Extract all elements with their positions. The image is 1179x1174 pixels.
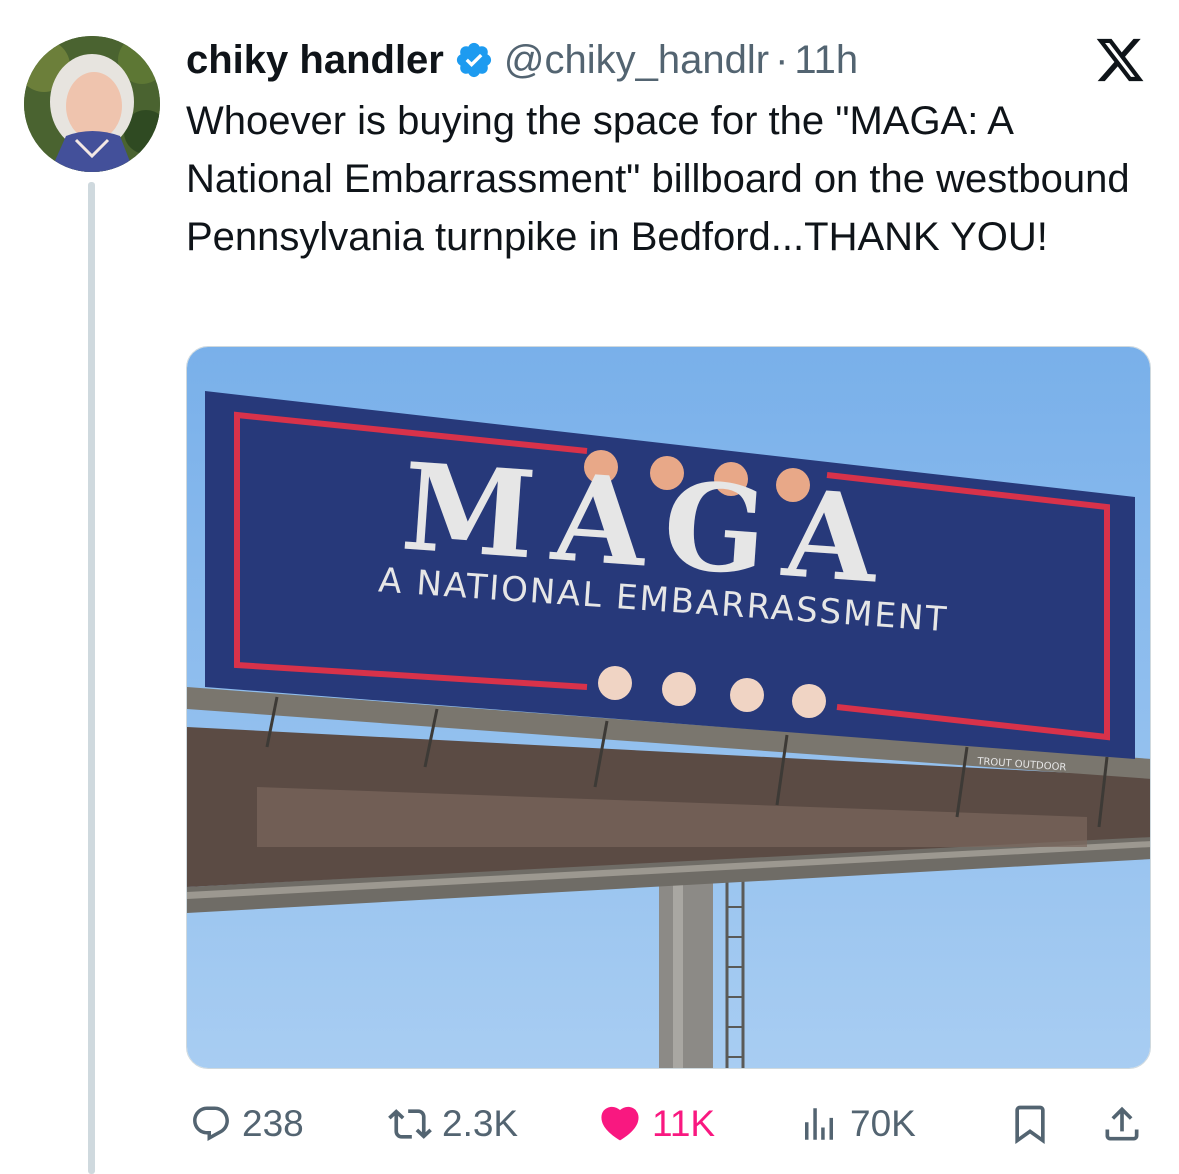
views-count: 70K [850,1103,916,1144]
tweet-text: Whoever is buying the space for the "MAG… [186,99,1130,259]
repost-icon [388,1102,432,1146]
tweet-photo[interactable]: MAGA A NATIONAL EMBARRASSMENT TROUT OUTD… [186,346,1151,1069]
action-bar: 238 2.3K 11K 70K [186,1094,1151,1154]
x-logo-icon[interactable] [1094,34,1146,86]
share-button[interactable] [1100,1094,1144,1154]
reply-count: 238 [242,1103,304,1144]
repost-count: 2.3K [442,1103,519,1144]
views-button[interactable]: 70K [798,1094,916,1154]
avatar-image [24,36,160,172]
share-icon [1100,1102,1144,1146]
billboard-photo: MAGA A NATIONAL EMBARRASSMENT TROUT OUTD… [187,347,1150,1068]
display-name[interactable]: chiky handler [186,38,444,83]
views-icon [798,1103,840,1145]
reply-button[interactable]: 238 [190,1094,304,1154]
handle[interactable]: @chiky_handlr [504,38,769,83]
avatar[interactable] [24,36,160,172]
separator-dot: · [775,37,789,82]
verified-badge-icon [454,40,494,80]
timestamp[interactable]: 11h [794,38,858,83]
bookmark-icon [1008,1102,1052,1146]
reply-icon [190,1103,232,1145]
thread-line [88,182,95,1174]
like-button[interactable]: 11K [598,1094,715,1154]
bookmark-button[interactable] [1008,1094,1052,1154]
repost-button[interactable]: 2.3K [388,1094,518,1154]
tweet: chiky handler @chiky_handlr · 11h Whoeve… [0,0,1179,1174]
tweet-header: chiky handler @chiky_handlr · 11h [186,30,858,90]
heart-icon [598,1102,642,1146]
like-count: 11K [652,1103,716,1144]
